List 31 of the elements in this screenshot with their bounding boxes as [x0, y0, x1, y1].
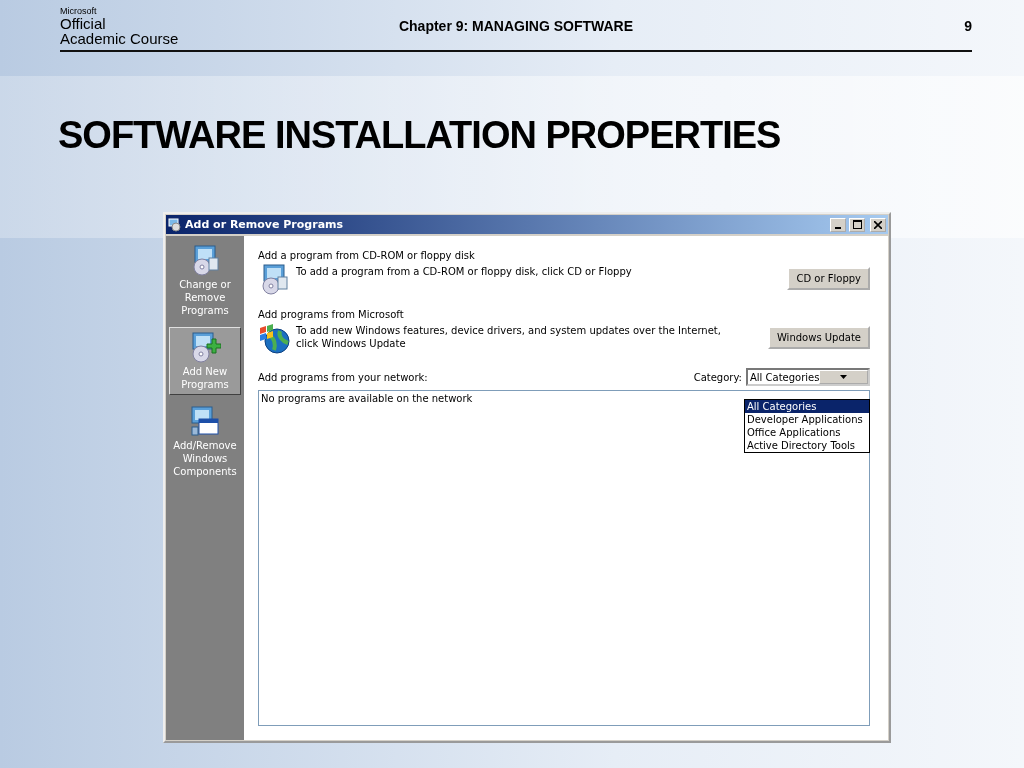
dropdown-option[interactable]: Developer Applications [745, 413, 869, 426]
computer-cd-plus-icon [189, 331, 221, 363]
course-logo: Microsoft Official Academic Course [60, 7, 180, 48]
close-button[interactable] [870, 217, 886, 232]
empty-message: No programs are available on the network [261, 393, 473, 404]
minimize-icon [835, 226, 841, 229]
chapter-title: Chapter 9: MANAGING SOFTWARE [397, 18, 635, 36]
maximize-button[interactable] [849, 217, 865, 232]
action-button[interactable]: CD or Floppy [787, 267, 870, 290]
category-label: Category: [693, 371, 742, 383]
section-description: To add a program from a CD-ROM or floppy disk, click CD or Floppy [296, 265, 633, 278]
computer-window-icon [189, 405, 221, 437]
window-app-icon [168, 217, 182, 232]
dropdown-option[interactable]: All Categories [745, 400, 869, 413]
maximize-icon [852, 220, 862, 229]
sidebar-item[interactable]: Add/Remove Windows Components [169, 401, 241, 482]
dropdown-option[interactable]: Active Directory Tools [745, 439, 869, 452]
dropdown-option[interactable]: Office Applications [745, 426, 869, 439]
section-heading: Add a program from CD-ROM or floppy disk [258, 250, 476, 261]
close-icon [874, 220, 882, 229]
category-dropdown[interactable]: All Categories [746, 368, 870, 386]
window-title: Add or Remove Programs [185, 218, 345, 231]
globe-flag-icon [258, 322, 290, 354]
sidebar-item[interactable]: Change or Remove Programs [169, 240, 241, 321]
section-heading: Add programs from Microsoft [258, 309, 405, 320]
slide-title: SOFTWARE INSTALLATION PROPERTIES [58, 114, 781, 157]
page-number: 9 [963, 18, 972, 36]
action-button[interactable]: Windows Update [767, 326, 870, 349]
section-description: To add new Windows features, device drivers, and system updates over the Internet, click Windows Update [296, 324, 722, 350]
minimize-button[interactable] [830, 217, 846, 232]
section-heading: Add programs from your network: [258, 371, 429, 383]
